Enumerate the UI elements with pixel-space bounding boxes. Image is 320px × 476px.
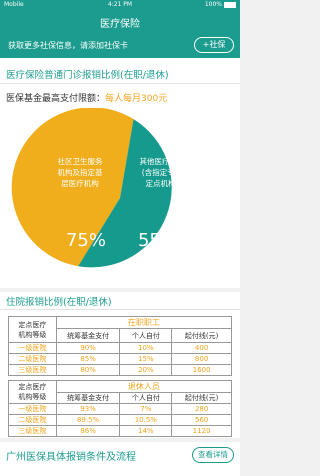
col-threshold-header: 起付线(元) bbox=[171, 328, 232, 343]
level-header-line1: 定点医疗 bbox=[18, 320, 47, 329]
header: 医疗保险 获取更多社保信息，请添加社保卡 +社保 bbox=[0, 10, 240, 58]
pie-left-line1: 社区卫生服务 bbox=[58, 156, 103, 166]
employed-header: 在职职工 bbox=[55, 316, 233, 329]
hospital-level: 一级医院 bbox=[8, 342, 57, 354]
level-header-line2: 机构等级 bbox=[18, 330, 47, 339]
threshold: 1600 bbox=[171, 364, 232, 376]
retired-header: 退休人员 bbox=[55, 380, 233, 393]
hospital-level: 二级医院 bbox=[8, 353, 57, 365]
retired-table: 定点医疗 机构等级 退休人员 统筹基金支付 个人自付 起付线(元) 一级医院 9… bbox=[8, 380, 233, 437]
col-self-header: 个人自付 bbox=[119, 328, 173, 343]
col-fund-header: 统筹基金支付 bbox=[55, 328, 121, 343]
fund-pct: 90% bbox=[55, 342, 121, 354]
fund-pct: 86% bbox=[55, 425, 121, 437]
pie-left-line3: 层医疗机构 bbox=[61, 178, 99, 188]
table-row: 三级医院 80% 20% 1600 bbox=[8, 364, 232, 376]
inpatient-title: 住院报销比例(在职/退休) bbox=[6, 297, 112, 308]
pie-right-line1: 其他医疗机构 bbox=[140, 156, 185, 166]
view-details-button[interactable]: 查看详情 bbox=[192, 447, 234, 463]
self-pct: 14% bbox=[119, 425, 173, 437]
self-pct: 20% bbox=[119, 364, 173, 376]
pie-left-line2: 机构及指定基 bbox=[58, 167, 103, 177]
table-row: 二级医院 89.5% 10.5% 560 bbox=[8, 414, 232, 426]
self-pct: 7% bbox=[119, 403, 173, 415]
col-fund-header: 统筹基金支付 bbox=[55, 392, 121, 404]
threshold: 560 bbox=[171, 414, 232, 426]
level-header-line1: 定点医疗 bbox=[18, 383, 47, 391]
hospital-level: 二级医院 bbox=[8, 414, 57, 426]
footer: 广州医保具体报销条件及流程 查看详情 bbox=[0, 442, 240, 476]
table-row: 二级医院 85% 15% 800 bbox=[8, 353, 232, 365]
fund-pct: 85% bbox=[55, 353, 121, 365]
level-header-line2: 机构等级 bbox=[18, 393, 47, 401]
threshold: 1120 bbox=[171, 425, 232, 437]
table-row: 一级医院 93% 7% 280 bbox=[8, 403, 232, 415]
reimbursement-pie: 社区卫生服务 机构及指定基 层医疗机构 75% 其他医疗机构 (含指定专科 定点… bbox=[11, 108, 185, 268]
add-social-security-button[interactable]: +社保 bbox=[194, 37, 234, 53]
outpatient-section: 医疗保险普通门诊报销比例(在职/退休) 医保基金最高支付限额：每人每月300元 … bbox=[0, 58, 240, 288]
pie-left-percent: 75% bbox=[66, 230, 106, 251]
hospital-level: 三级医院 bbox=[8, 364, 57, 376]
threshold: 280 bbox=[171, 403, 232, 415]
level-header: 定点医疗 机构等级 bbox=[8, 316, 57, 343]
pie-right-percent: 55% bbox=[138, 230, 178, 251]
banner-text: 获取更多社保信息，请添加社保卡 bbox=[8, 41, 128, 50]
outpatient-title: 医疗保险普通门诊报销比例(在职/退休) bbox=[6, 70, 169, 81]
pie-right-line2: (含指定专科 bbox=[142, 167, 183, 177]
employed-table: 定点医疗 机构等级 在职职工 统筹基金支付 个人自付 起付线(元) 一级医院 9… bbox=[8, 316, 233, 376]
threshold: 800 bbox=[171, 353, 232, 365]
level-header: 定点医疗 机构等级 bbox=[8, 380, 57, 404]
fund-pct: 93% bbox=[55, 403, 121, 415]
threshold: 400 bbox=[171, 342, 232, 354]
page-title: 医疗保险 bbox=[100, 19, 140, 30]
footer-title: 广州医保具体报销条件及流程 bbox=[6, 452, 136, 463]
fund-limit-value: 每人每月300元 bbox=[105, 94, 168, 104]
self-pct: 15% bbox=[119, 353, 173, 365]
fund-limit: 医保基金最高支付限额：每人每月300元 bbox=[6, 91, 167, 104]
fund-pct: 89.5% bbox=[55, 414, 121, 426]
col-self-header: 个人自付 bbox=[119, 392, 173, 404]
divider bbox=[0, 83, 240, 84]
self-pct: 10.5% bbox=[119, 414, 173, 426]
fund-pct: 80% bbox=[55, 364, 121, 376]
divider bbox=[0, 309, 240, 310]
table-row: 一级医院 90% 10% 400 bbox=[8, 342, 232, 354]
fund-limit-label: 医保基金最高支付限额： bbox=[6, 94, 106, 104]
inpatient-section: 住院报销比例(在职/退休) 定点医疗 机构等级 在职职工 统筹基金支付 个人自付… bbox=[0, 292, 240, 438]
pie-right-line3: 定点机构) bbox=[146, 178, 179, 188]
col-threshold-header: 起付线(元) bbox=[171, 392, 232, 404]
hospital-level: 一级医院 bbox=[8, 403, 57, 415]
self-pct: 10% bbox=[119, 342, 173, 354]
status-bar: Mobile 4:21 PM 100% bbox=[0, 0, 240, 10]
hospital-level: 三级医院 bbox=[8, 425, 57, 437]
battery-icon bbox=[224, 1, 236, 8]
battery-indicator: 100% bbox=[205, 0, 236, 10]
table-row: 三级医院 86% 14% 1120 bbox=[8, 425, 232, 437]
